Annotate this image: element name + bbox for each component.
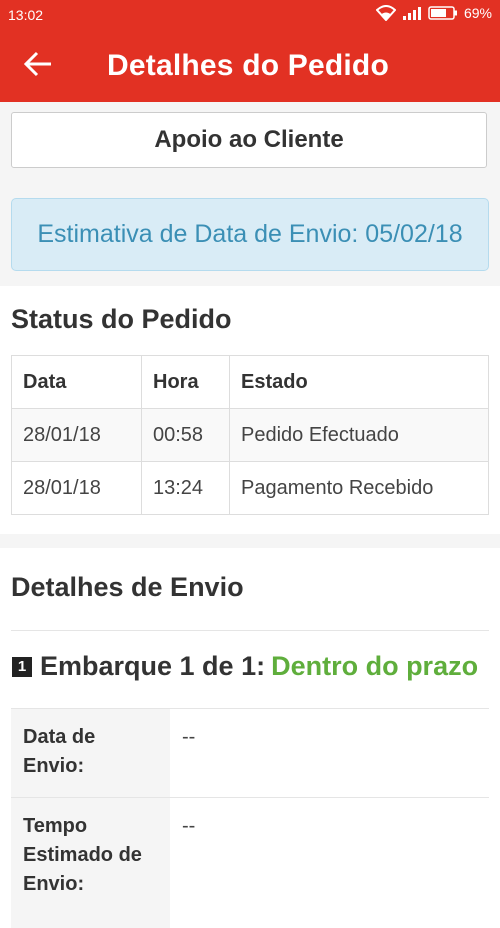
shipping-details-section: Detalhes de Envio 1 Embarque 1 de 1: Den…	[0, 548, 500, 928]
shipment-status: Dentro do prazo	[271, 651, 479, 681]
cell-date: 28/01/18	[11, 408, 142, 462]
system-status-bar: 13:02 69%	[0, 0, 500, 30]
cell-time: 13:24	[141, 461, 230, 515]
estimate-section: Estimativa de Data de Envio: 05/02/18	[0, 182, 500, 286]
back-button[interactable]	[18, 48, 58, 84]
column-header-date: Data	[11, 355, 142, 409]
section-divider	[0, 534, 500, 548]
battery-icon	[428, 5, 458, 21]
page-title: Detalhes do Pedido	[107, 49, 389, 82]
detail-label: Data de Envio:	[11, 709, 170, 797]
table-header-row: Data Hora Estado	[11, 355, 489, 409]
table-row: 28/01/18 13:24 Pagamento Recebido	[11, 461, 489, 515]
cell-date: 28/01/18	[11, 461, 142, 515]
column-header-time: Hora	[141, 355, 230, 409]
detail-row-estimated-time: Tempo Estimado de Envio: --	[11, 797, 489, 928]
shipment-label: Embarque 1 de 1:	[40, 651, 266, 681]
app-bar: Detalhes do Pedido	[0, 30, 500, 102]
order-status-section: Status do Pedido Data Hora Estado 28/01/…	[0, 286, 500, 534]
cell-state: Pagamento Recebido	[229, 461, 489, 515]
customer-support-button[interactable]: Apoio ao Cliente	[11, 112, 487, 168]
detail-value: --	[182, 815, 196, 837]
divider	[11, 630, 489, 631]
shipping-details-title: Detalhes de Envio	[11, 572, 244, 602]
detail-row-ship-date: Data de Envio: --	[11, 708, 489, 797]
detail-value: --	[182, 726, 196, 748]
order-status-table: Data Hora Estado 28/01/18 00:58 Pedido E…	[11, 355, 489, 515]
support-section: Apoio ao Cliente	[0, 102, 500, 182]
shipment-heading: 1 Embarque 1 de 1: Dentro do prazo	[12, 651, 478, 682]
arrow-left-icon	[23, 51, 53, 82]
column-header-state: Estado	[229, 355, 489, 409]
shipment-number-badge: 1	[12, 656, 32, 677]
order-status-title: Status do Pedido	[11, 304, 232, 334]
wifi-icon	[375, 5, 396, 21]
battery-percent: 69%	[463, 5, 492, 21]
cell-state: Pedido Efectuado	[229, 408, 489, 462]
estimated-ship-date-alert: Estimativa de Data de Envio: 05/02/18	[11, 198, 489, 271]
cell-time: 00:58	[141, 408, 230, 462]
status-icons: 69%	[375, 5, 492, 21]
status-time: 13:02	[8, 7, 44, 23]
detail-label: Tempo Estimado de Envio:	[11, 798, 170, 928]
shipment-details-list: Data de Envio: -- Tempo Estimado de Envi…	[11, 708, 489, 928]
table-row: 28/01/18 00:58 Pedido Efectuado	[11, 408, 489, 462]
signal-icon	[402, 5, 422, 21]
